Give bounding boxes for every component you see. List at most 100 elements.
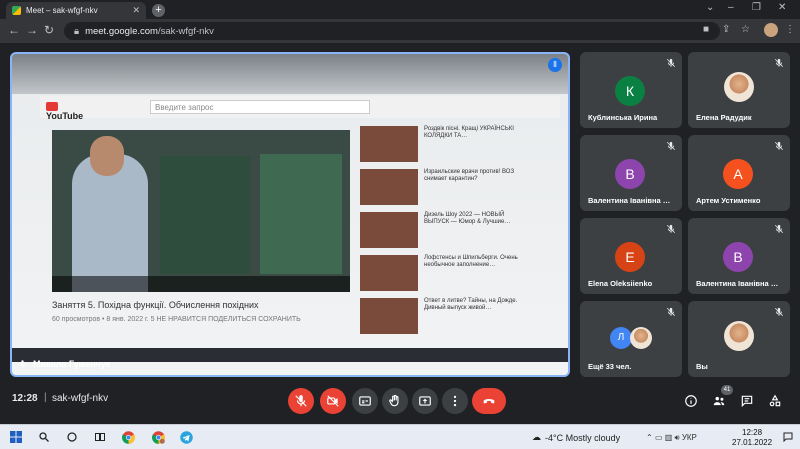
bookmark-star-icon[interactable]: ☆ bbox=[741, 24, 750, 35]
task-view-button[interactable] bbox=[92, 429, 108, 445]
present-icon bbox=[419, 396, 431, 406]
participant-avatar: В bbox=[615, 159, 645, 189]
participant-name: Кублинська Ирина bbox=[588, 113, 658, 122]
taskbar-search-button[interactable] bbox=[36, 429, 52, 445]
meet-tray-icon[interactable]: ▭ bbox=[655, 433, 663, 442]
participant-name: Елена Радудик bbox=[696, 113, 752, 122]
youtube-logo: YouTube bbox=[46, 101, 88, 121]
camera-off-icon bbox=[327, 395, 339, 407]
inner-video-title: Заняття 5. Похідна функції. Обчислення п… bbox=[52, 300, 259, 310]
camera-toggle-button[interactable] bbox=[320, 388, 346, 414]
system-tray[interactable]: ⌃ ▭ ▥ 🔊︎ УКР bbox=[646, 433, 697, 443]
url-path: /sak-wfgf-nkv bbox=[157, 25, 214, 37]
mic-toggle-button[interactable] bbox=[288, 388, 314, 414]
camera-indicator-icon[interactable]: ■ bbox=[703, 24, 709, 35]
meeting-info-button[interactable] bbox=[684, 394, 698, 408]
people-count-badge: 41 bbox=[721, 385, 733, 395]
mic-off-icon bbox=[666, 58, 676, 68]
inner-recommendation-title: Дизель Шоу 2022 — НОВЫЙ ВЫПУСК — Юмор & … bbox=[424, 212, 511, 225]
weather-text: -4°C Mostly cloudy bbox=[545, 432, 621, 443]
taskbar-clock[interactable]: 12:28 27.01.2022 bbox=[732, 428, 772, 448]
participant-tile[interactable]: Е Elena Oleksiienko bbox=[580, 218, 682, 294]
new-tab-button[interactable]: + bbox=[152, 4, 165, 17]
presentation-stage[interactable]: YouTube Введите запрос Заняття 5. Похідн… bbox=[10, 52, 570, 377]
participant-tile[interactable]: К Кублинська Ирина bbox=[580, 52, 682, 128]
back-icon[interactable]: ← bbox=[8, 23, 20, 37]
tab-search-icon[interactable]: ⌄ bbox=[706, 2, 714, 13]
telegram-icon bbox=[179, 430, 193, 444]
notifications-icon bbox=[783, 432, 793, 443]
taskbar-telegram[interactable] bbox=[178, 429, 194, 445]
raise-hand-icon bbox=[389, 394, 399, 407]
reload-icon[interactable]: ↻ bbox=[44, 23, 54, 37]
participant-avatar: Е bbox=[615, 242, 645, 272]
more-vert-icon bbox=[453, 395, 457, 407]
end-call-icon bbox=[483, 399, 495, 404]
raise-hand-button[interactable] bbox=[382, 388, 408, 414]
mic-off-icon bbox=[774, 307, 784, 317]
participant-avatar: Л bbox=[610, 327, 632, 349]
inner-thumbnail bbox=[360, 298, 418, 334]
chrome-icon bbox=[121, 430, 135, 444]
share-icon[interactable]: ⇪ bbox=[722, 24, 730, 35]
participant-name: Elena Oleksiienko bbox=[588, 279, 653, 288]
inner-recommendation: Ответ в литве? Тайны, на Дожде. Дивный в… bbox=[360, 298, 520, 334]
browser-menu-icon[interactable]: ⋮ bbox=[785, 24, 795, 35]
profile-avatar[interactable] bbox=[764, 23, 778, 37]
forward-icon[interactable]: → bbox=[26, 23, 38, 37]
mic-off-icon bbox=[774, 224, 784, 234]
participant-tile[interactable]: В Валентина Іванівна … bbox=[580, 135, 682, 211]
presenter-name: Микола Гуменчук bbox=[33, 359, 111, 369]
close-tab-icon[interactable]: ✕ bbox=[132, 5, 140, 16]
tray-chevron-icon[interactable]: ⌃ bbox=[646, 433, 653, 442]
inner-recommendation-title: Израильские врачи против! ВОЗ снимает ка… bbox=[424, 169, 515, 182]
lock-icon: 🔒︎ bbox=[74, 25, 80, 37]
cortana-button[interactable] bbox=[64, 429, 80, 445]
participant-name: Ещё 33 чел. bbox=[588, 362, 632, 371]
participant-tile[interactable]: В Валентина Іванівна … bbox=[688, 218, 790, 294]
input-language[interactable]: УКР bbox=[682, 433, 697, 442]
taskbar-chrome-1[interactable] bbox=[120, 429, 136, 445]
taskbar-chrome-2[interactable] bbox=[150, 429, 166, 445]
clock-date: 27.01.2022 bbox=[732, 438, 773, 447]
mic-off-icon bbox=[295, 395, 307, 407]
participant-tile[interactable]: А Артем Устименко bbox=[688, 135, 790, 211]
notifications-button[interactable] bbox=[780, 429, 796, 445]
present-button[interactable] bbox=[412, 388, 438, 414]
presenter-head bbox=[90, 136, 124, 176]
weather-widget[interactable]: ☁ -4°C Mostly cloudy bbox=[532, 432, 620, 443]
chalkboard bbox=[160, 156, 250, 274]
task-view-icon bbox=[95, 433, 105, 441]
browser-tab[interactable]: Meet – sak-wfgf-nkv ✕ bbox=[6, 2, 146, 19]
participant-tile[interactable]: Вы bbox=[688, 301, 790, 377]
maximize-icon[interactable]: ❐ bbox=[752, 2, 761, 13]
windows-logo-icon bbox=[10, 431, 22, 443]
mic-off-icon bbox=[666, 224, 676, 234]
participant-avatar: К bbox=[615, 76, 645, 106]
chat-button[interactable] bbox=[740, 394, 754, 408]
window-close-icon[interactable]: ✕ bbox=[778, 2, 786, 13]
activities-button[interactable] bbox=[768, 394, 782, 408]
people-button[interactable] bbox=[712, 394, 726, 408]
mic-off-icon bbox=[774, 141, 784, 151]
clock-time: 12:28 bbox=[742, 428, 763, 437]
end-call-button[interactable] bbox=[472, 388, 506, 414]
video-controls bbox=[52, 276, 350, 292]
inner-thumbnail bbox=[360, 169, 418, 205]
participant-tile[interactable]: Л Ещё 33 чел. bbox=[580, 301, 682, 377]
participant-name: Валентина Іванівна … bbox=[696, 279, 779, 288]
inner-recommendation-title: Лофстенсы и Шпильберги. Очень необычное … bbox=[424, 255, 518, 268]
minimize-icon[interactable]: – bbox=[728, 2, 734, 13]
mic-off-icon bbox=[774, 58, 784, 68]
network-icon[interactable]: ▥ bbox=[665, 433, 673, 442]
browser-tab-strip: Meet – sak-wfgf-nkv ✕ + ⌄ – ❐ ✕ bbox=[0, 0, 800, 19]
participant-tile[interactable]: Елена Радудик bbox=[688, 52, 790, 128]
chat-icon bbox=[741, 395, 753, 408]
inner-video-meta: 60 просмотров • 8 янв. 2022 г. 5 НЕ НРАВ… bbox=[52, 316, 301, 323]
captions-button[interactable] bbox=[352, 388, 378, 414]
volume-icon[interactable]: 🔊︎ bbox=[675, 433, 680, 442]
windows-start-button[interactable] bbox=[8, 429, 24, 445]
more-options-button[interactable] bbox=[442, 388, 468, 414]
inner-video-player bbox=[52, 130, 350, 292]
url-field[interactable]: 🔒︎ meet.google.com/sak-wfgf-nkv bbox=[64, 22, 720, 40]
